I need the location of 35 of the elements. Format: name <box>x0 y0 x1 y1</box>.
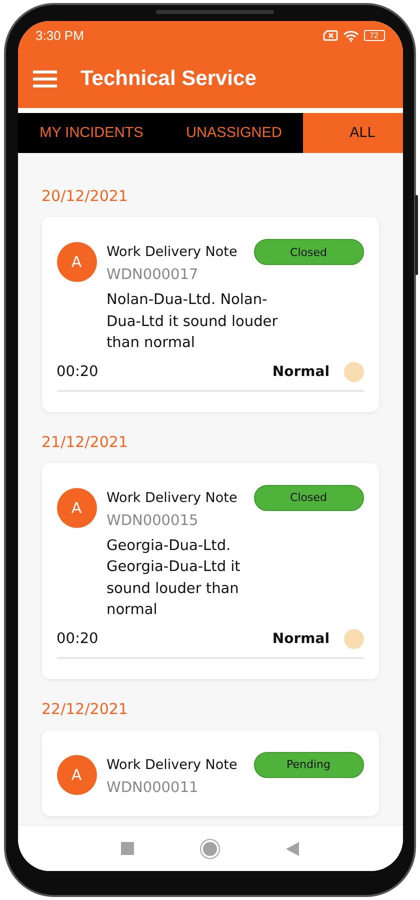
avatar: A <box>56 242 96 282</box>
status-badge: Pending <box>254 752 364 778</box>
incident-card[interactable]: A Work Delivery Note Pending WDN000011 <box>42 730 378 816</box>
priority-label: Normal <box>272 630 330 646</box>
menu-icon[interactable] <box>32 70 56 88</box>
priority-dot <box>344 628 364 648</box>
priority-dot <box>344 362 364 382</box>
incident-card[interactable]: A Work Delivery Note Closed WDN000017 Nolan-Dua-Ltd. Nolan-Dua-Ltd it sound louder than normal 00:20 Normal <box>42 217 378 412</box>
document-type: Work Delivery Note <box>106 244 238 260</box>
wifi-icon <box>342 30 359 42</box>
priority-label: Normal <box>272 364 330 380</box>
status-badge: Closed <box>254 484 364 510</box>
avatar: A <box>56 488 96 528</box>
app-title: Technical Service <box>80 67 256 91</box>
document-number: WDN000011 <box>106 780 200 796</box>
no-sim-icon <box>322 30 338 41</box>
date-heading: 20/12/2021 <box>42 187 129 205</box>
home-icon[interactable] <box>201 840 219 858</box>
status-badge: Closed <box>254 239 364 265</box>
document-type: Work Delivery Note <box>106 756 238 772</box>
elapsed-time: 00:20 <box>56 630 98 646</box>
tab[interactable]: ALL <box>302 113 402 153</box>
document-number: WDN000017 <box>106 267 200 283</box>
status-time: 3:30 PM <box>36 28 84 43</box>
incident-card[interactable]: A Work Delivery Note Closed WDN000015 Georgia-Dua-Ltd. Georgia-Dua-Ltd it sound louder than normal 00:20 Normal <box>42 462 378 678</box>
elapsed-time: 00:20 <box>56 364 98 380</box>
date-heading: 22/12/2021 <box>42 700 129 718</box>
battery-icon: 72 <box>364 30 384 41</box>
back-icon[interactable] <box>286 842 299 856</box>
document-type: Work Delivery Note <box>106 490 238 506</box>
incident-description: Georgia-Dua-Ltd. Georgia-Dua-Ltd it sound louder than normal <box>106 536 242 620</box>
date-heading: 21/12/2021 <box>42 432 129 450</box>
document-number: WDN000015 <box>106 512 200 528</box>
incident-description: Nolan-Dua-Ltd. Nolan-Dua-Ltd it sound louder than normal <box>106 291 279 353</box>
avatar: A <box>56 754 96 794</box>
